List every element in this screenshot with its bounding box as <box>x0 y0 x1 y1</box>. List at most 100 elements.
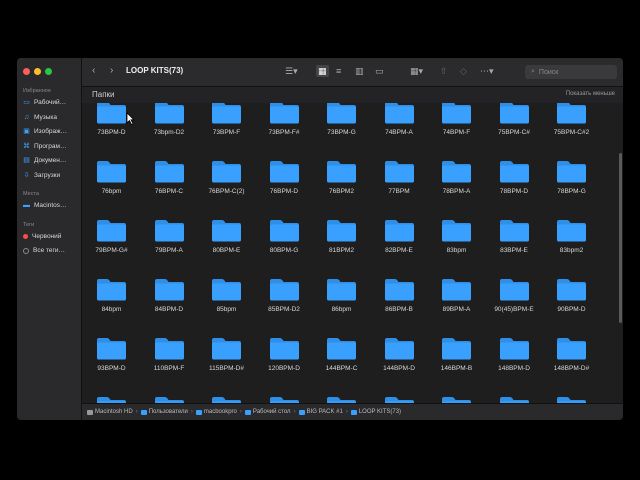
path-crumb-label: BIG PACK #1 <box>306 409 343 415</box>
folder-icon <box>384 336 415 360</box>
sidebar-item[interactable]: ♫ Музыка <box>23 114 57 121</box>
folder-item[interactable]: 75BPM-C# <box>486 103 543 158</box>
folder-item[interactable]: 148BPM-D# <box>543 336 600 394</box>
folder-item[interactable]: 84BPM-D <box>141 277 198 335</box>
folder-item[interactable]: 76BPM-D <box>256 159 313 217</box>
share-icon[interactable]: ⇧ <box>440 65 448 77</box>
folder-item[interactable]: 73bpm-D2 <box>141 103 198 158</box>
folder-icon <box>211 103 242 124</box>
path-crumb[interactable]: macbookpro <box>195 409 237 415</box>
folder-icon <box>211 277 242 301</box>
toolbar: ‹ › LOOP KITS(73) ☰▾ ▦ ≡ ▥ ▭ ▦▾ ⇧ ◇ ⋯▾ ⌕… <box>82 58 623 87</box>
folder-item[interactable]: 73BPM-F <box>198 103 255 158</box>
folder-item[interactable]: 83BPM-E <box>486 218 543 276</box>
folder-item[interactable]: 144BPM-D <box>371 336 428 394</box>
more-actions-icon[interactable]: ⋯▾ <box>480 65 494 77</box>
show-less-button[interactable]: Показать меньше <box>566 91 615 97</box>
folder-item[interactable]: 75BPM-C#2 <box>543 103 600 158</box>
folder-item[interactable]: 78BPM-G <box>543 159 600 217</box>
folder-item[interactable]: 76BPM-C <box>141 159 198 217</box>
folder-item[interactable]: 73BPM-F# <box>256 103 313 158</box>
folder-label: 77BPM <box>388 188 410 195</box>
path-crumb[interactable]: Рабочий стол <box>244 409 291 415</box>
path-crumb[interactable]: BIG PACK #1 <box>298 409 343 415</box>
folder-item[interactable] <box>543 395 600 403</box>
folder-item[interactable]: 90(45)BPM-E <box>486 277 543 335</box>
folder-label: 90BPM-D <box>557 306 586 313</box>
folder-item[interactable]: 85BPM-D2 <box>256 277 313 335</box>
sidebar-item[interactable]: ▤ Докумен… <box>23 157 66 164</box>
path-crumb[interactable]: Пользователи <box>140 409 188 415</box>
folder-item[interactable]: 93BPM-D <box>83 336 140 394</box>
search-field[interactable]: ⌕ Поиск <box>525 65 617 79</box>
zoom-button[interactable] <box>45 68 52 75</box>
folder-item[interactable]: 82BPM-E <box>371 218 428 276</box>
folder-icon <box>441 395 472 403</box>
folder-icon <box>211 159 242 183</box>
path-crumb-label: Пользователи <box>148 409 188 415</box>
folder-item[interactable]: 146BPM-B <box>428 336 485 394</box>
sidebar-item[interactable]: ⌘ Програм… <box>23 143 66 150</box>
sidebar-item[interactable]: Все теги… <box>23 247 65 254</box>
path-crumb[interactable]: Macintosh HD <box>87 409 133 415</box>
folder-item[interactable]: 80BPM-E <box>198 218 255 276</box>
folder-item[interactable] <box>313 395 370 403</box>
sidebar-item[interactable]: Червоний <box>23 233 61 240</box>
folder-item[interactable] <box>371 395 428 403</box>
sidebar-item[interactable]: ⇩ Загрузки <box>23 172 61 179</box>
folder-label: 148BPM-D <box>498 365 530 372</box>
music-icon: ♫ <box>23 113 30 121</box>
path-crumb[interactable]: LOOP KITS(73) <box>350 409 401 415</box>
sidebar-item[interactable]: ▭ Рабочий… <box>23 99 66 106</box>
list-view-icon[interactable]: ≡ <box>336 65 341 77</box>
forward-icon[interactable]: › <box>110 65 113 77</box>
folder-item[interactable]: 78BPM-A <box>428 159 485 217</box>
folder-item[interactable] <box>83 395 140 403</box>
group-icon[interactable]: ▦▾ <box>410 65 423 77</box>
folder-item[interactable]: 110BPM-F <box>141 336 198 394</box>
folder-label: 144BPM-D <box>383 365 415 372</box>
scrollbar[interactable] <box>619 153 622 323</box>
sidebar-item[interactable]: ▬ Macintos… <box>23 202 67 209</box>
folder-item[interactable]: 83bpm2 <box>543 218 600 276</box>
folder-item[interactable] <box>256 395 313 403</box>
sidebar-item[interactable]: ▣ Изображ… <box>23 128 67 135</box>
back-icon[interactable]: ‹ <box>92 65 95 77</box>
close-button[interactable] <box>23 68 30 75</box>
folder-item[interactable] <box>486 395 543 403</box>
folder-item[interactable]: 74BPM-A <box>371 103 428 158</box>
folder-item[interactable]: 148BPM-D <box>486 336 543 394</box>
folder-item[interactable]: 90BPM-D <box>543 277 600 335</box>
minimize-button[interactable] <box>34 68 41 75</box>
gallery-view-icon[interactable]: ▭ <box>375 65 384 77</box>
folder-item[interactable]: 76BPM-C(2) <box>198 159 255 217</box>
folder-item[interactable]: 74BPM-F <box>428 103 485 158</box>
column-view-icon[interactable]: ▥ <box>355 65 364 77</box>
folder-item[interactable]: 73BPM-G <box>313 103 370 158</box>
folder-item[interactable]: 79BPM-A <box>141 218 198 276</box>
sort-options-icon[interactable]: ☰▾ <box>285 65 298 77</box>
folder-item[interactable]: 83bpm <box>428 218 485 276</box>
folder-item[interactable]: 86BPM-B <box>371 277 428 335</box>
folder-item[interactable]: 85bpm <box>198 277 255 335</box>
folder-item[interactable] <box>198 395 255 403</box>
folder-item[interactable]: 78BPM-D <box>486 159 543 217</box>
folder-item[interactable]: 76bpm <box>83 159 140 217</box>
icon-view-icon[interactable]: ▦ <box>316 65 329 77</box>
folder-item[interactable]: 81BPM2 <box>313 218 370 276</box>
tag-icon[interactable]: ◇ <box>460 65 467 77</box>
folder-item[interactable]: 84bpm <box>83 277 140 335</box>
folder-item[interactable]: 77BPM <box>371 159 428 217</box>
folder-item[interactable]: 144BPM-C <box>313 336 370 394</box>
folder-item[interactable]: 120BPM-D <box>256 336 313 394</box>
folder-item[interactable] <box>428 395 485 403</box>
folder-item[interactable]: 80BPM-G <box>256 218 313 276</box>
folder-label: 83BPM-E <box>500 247 528 254</box>
folder-item[interactable]: 115BPM-D# <box>198 336 255 394</box>
folder-item[interactable]: 86bpm <box>313 277 370 335</box>
folder-icon <box>96 159 127 183</box>
folder-item[interactable]: 79BPM-G# <box>83 218 140 276</box>
folder-item[interactable]: 76BPM2 <box>313 159 370 217</box>
folder-item[interactable]: 89BPM-A <box>428 277 485 335</box>
folder-item[interactable] <box>141 395 198 403</box>
